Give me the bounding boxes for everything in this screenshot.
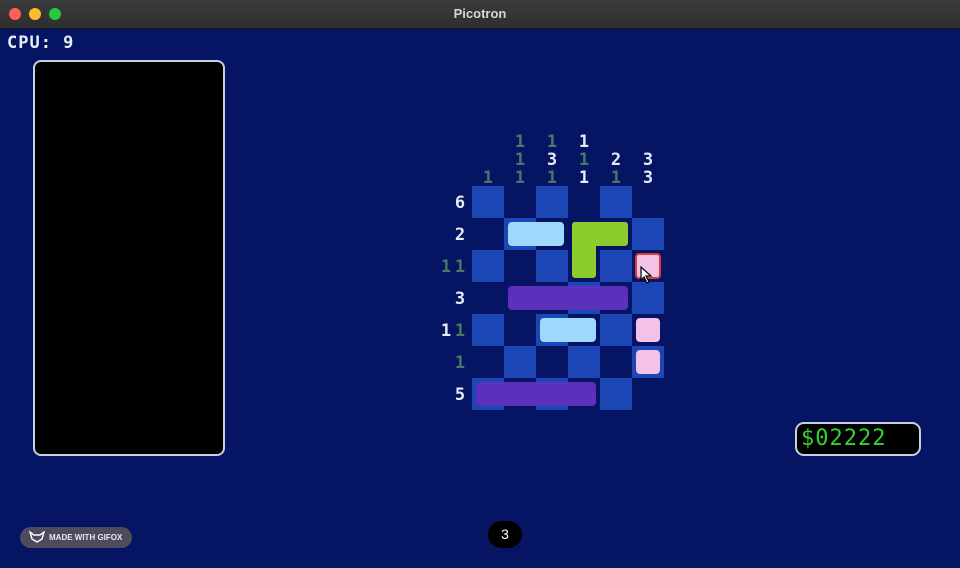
column-clue: 1	[578, 132, 590, 152]
mouse-cursor-icon	[640, 266, 653, 284]
column-clue: 3	[642, 150, 654, 170]
row-clue: 2	[454, 225, 466, 245]
board-cell[interactable]	[632, 218, 664, 250]
window-title: Picotron	[453, 6, 507, 21]
row-clue: 5	[454, 385, 466, 405]
page-number-indicator: 3	[488, 521, 522, 548]
cpu-readout: CPU: 9	[7, 33, 75, 53]
pink-piece[interactable]	[636, 318, 660, 342]
column-clue: 1	[578, 168, 590, 188]
board-cell[interactable]	[600, 186, 632, 218]
column-clue: 1	[514, 168, 526, 188]
badge-text: MADE WITH GIFOX	[49, 533, 123, 542]
column-clue: 1	[546, 132, 558, 152]
row-clue: 1	[454, 257, 466, 277]
board-cell[interactable]	[504, 346, 536, 378]
board-cell[interactable]	[632, 282, 664, 314]
board-cell[interactable]	[472, 186, 504, 218]
board-cell[interactable]	[600, 314, 632, 346]
column-clue: 1	[482, 168, 494, 188]
board-cell[interactable]	[568, 346, 600, 378]
purple-bar-piece-2[interactable]	[476, 382, 596, 406]
made-with-gifox-badge[interactable]: MADE WITH GIFOX	[20, 527, 132, 548]
column-clue: 3	[546, 150, 558, 170]
column-clue: 1	[514, 132, 526, 152]
money-counter: $02222	[795, 422, 921, 456]
column-clue: 2	[610, 150, 622, 170]
column-clue: 1	[578, 150, 590, 170]
piece-tray-panel	[33, 60, 225, 456]
lime-l-piece-stem[interactable]	[572, 222, 596, 278]
column-clue: 1	[514, 150, 526, 170]
board-cell[interactable]	[536, 250, 568, 282]
row-clue: 6	[454, 193, 466, 213]
light-blue-piece-2[interactable]	[540, 318, 596, 342]
row-clue: 1	[454, 353, 466, 373]
fox-logo-icon	[29, 531, 45, 543]
purple-bar-piece[interactable]	[508, 286, 628, 310]
light-blue-piece[interactable]	[508, 222, 564, 246]
board-cell[interactable]	[600, 250, 632, 282]
window-titlebar: Picotron	[0, 0, 960, 29]
column-clue: 3	[642, 168, 654, 188]
board-cell[interactable]	[472, 314, 504, 346]
row-clue: 3	[454, 289, 466, 309]
row-clue: 1	[454, 321, 466, 341]
puzzle-board[interactable]	[472, 186, 664, 410]
board-cell[interactable]	[536, 186, 568, 218]
column-clue: 1	[546, 168, 558, 188]
board-cell[interactable]	[472, 250, 504, 282]
pink-piece-2[interactable]	[636, 350, 660, 374]
column-clue: 1	[610, 168, 622, 188]
board-cell[interactable]	[600, 378, 632, 410]
